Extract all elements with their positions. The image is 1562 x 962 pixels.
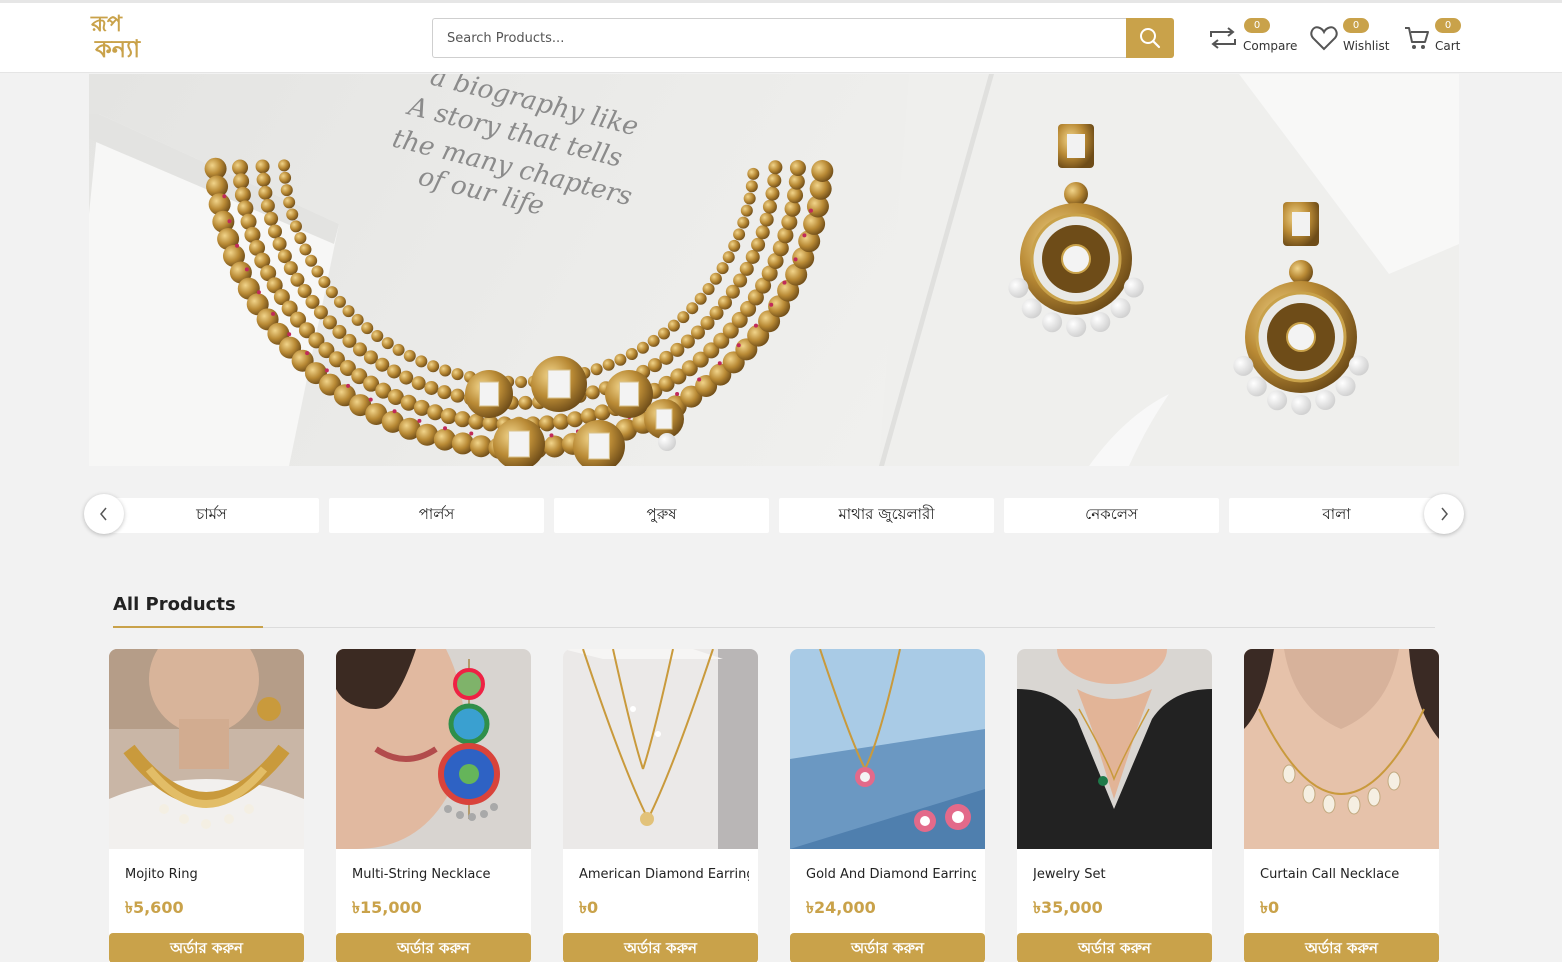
category-item-head-jewelry[interactable]: মাথার জুয়েলারী [779,498,994,533]
product-price: ৳0 [579,898,599,917]
product-image[interactable] [563,649,758,849]
site-header: রূপ কন্যা 0 Compare 0 Wishlist [0,3,1562,73]
all-products-heading: All Products [113,594,236,615]
product-card[interactable]: Mojito Ring ৳5,600 অর্ডার করুন [109,649,304,962]
wishlist-button[interactable]: 0 Wishlist [1310,17,1390,61]
category-next-button[interactable] [1424,494,1464,534]
cart-count-badge: 0 [1435,18,1461,33]
wishlist-count-badge: 0 [1343,18,1369,33]
order-button[interactable]: অর্ডার করুন [109,933,304,962]
hero-banner[interactable]: a biography like A story that tells the … [89,74,1459,466]
product-name[interactable]: Gold And Diamond Earring [806,867,976,882]
order-button[interactable]: অর্ডার করুন [563,933,758,962]
product-image[interactable] [1244,649,1439,849]
product-card[interactable]: Curtain Call Necklace ৳0 অর্ডার করুন [1244,649,1439,962]
compare-button[interactable]: 0 Compare [1208,17,1298,61]
category-item-pearls[interactable]: পার্লস [329,498,544,533]
order-button[interactable]: অর্ডার করুন [336,933,531,962]
logo-text-line1: রূপ [91,11,122,37]
product-card[interactable]: Multi-String Necklace ৳15,000 অর্ডার করু… [336,649,531,962]
product-name[interactable]: Multi-String Necklace [352,867,522,882]
order-button[interactable]: অর্ডার করুন [790,933,985,962]
category-item-necklace[interactable]: নেকলেস [1004,498,1219,533]
compare-count-badge: 0 [1244,18,1270,33]
product-image[interactable] [790,649,985,849]
section-divider [113,627,1435,628]
product-card[interactable]: American Diamond Earring ৳0 অর্ডার করুন [563,649,758,962]
chevron-left-icon [100,507,107,521]
search-input[interactable] [432,18,1127,58]
product-name[interactable]: American Diamond Earring [579,867,749,882]
product-price: ৳15,000 [352,898,422,917]
product-name[interactable]: Mojito Ring [125,867,295,882]
product-price: ৳5,600 [125,898,184,917]
product-image[interactable] [109,649,304,849]
product-image[interactable] [336,649,531,849]
search-icon [1140,28,1161,49]
heart-icon [1310,26,1338,51]
product-name[interactable]: Curtain Call Necklace [1260,867,1430,882]
product-card[interactable]: Gold And Diamond Earring ৳24,000 অর্ডার … [790,649,985,962]
category-carousel: চার্মস পার্লস পুরুষ মাথার জুয়েলারী নেকল… [104,498,1444,533]
product-price: ৳0 [1260,898,1280,917]
product-image[interactable] [1017,649,1212,849]
cart-button[interactable]: 0 Cart [1404,17,1464,61]
order-button[interactable]: অর্ডার করুন [1244,933,1439,962]
chevron-right-icon [1441,507,1448,521]
compare-icon [1210,27,1236,49]
section-divider-accent [113,626,263,628]
category-item-bangle[interactable]: বালা [1229,498,1444,533]
wishlist-label: Wishlist [1343,39,1390,53]
category-item-charms[interactable]: চার্মস [104,498,319,533]
cart-label: Cart [1435,39,1461,53]
logo-text-line2: কন্যা [95,34,141,63]
product-price: ৳24,000 [806,898,876,917]
search-bar [432,18,1174,58]
search-button[interactable] [1126,18,1174,58]
hero-jewelry-illustration: a biography like A story that tells the … [89,74,1459,466]
product-card[interactable]: Jewelry Set ৳35,000 অর্ডার করুন [1017,649,1212,962]
site-logo[interactable]: রূপ কন্যা [89,11,159,65]
category-prev-button[interactable] [84,494,124,534]
order-button[interactable]: অর্ডার করুন [1017,933,1212,962]
compare-label: Compare [1243,39,1298,53]
cart-icon [1405,27,1429,49]
product-name[interactable]: Jewelry Set [1033,867,1203,882]
product-price: ৳35,000 [1033,898,1103,917]
category-item-men[interactable]: পুরুষ [554,498,769,533]
